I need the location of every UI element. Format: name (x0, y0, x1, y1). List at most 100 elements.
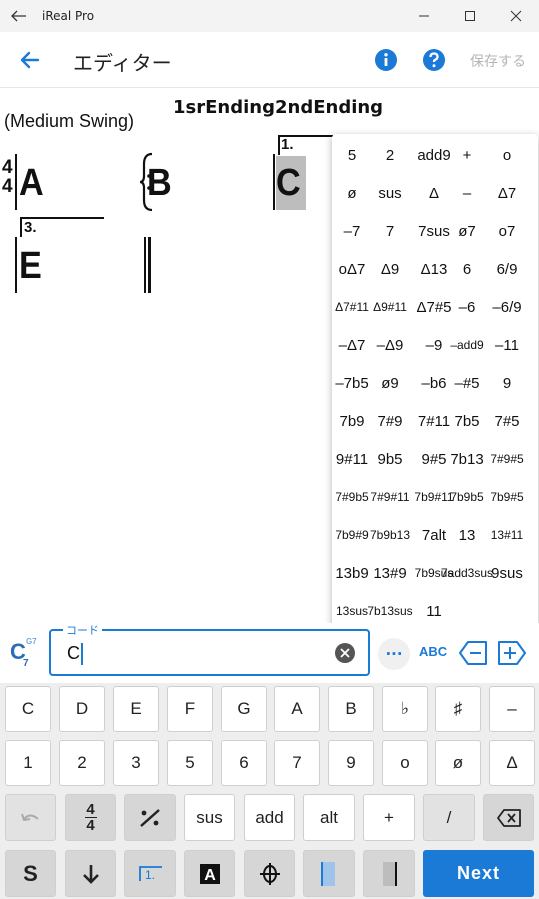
chord-input[interactable]: コード C (49, 622, 370, 676)
extension-option[interactable]: 7b9 (333, 402, 371, 440)
extension-option[interactable]: –6/9 (488, 288, 526, 326)
more-options-button[interactable]: ··· (378, 638, 410, 670)
help-icon[interactable] (422, 48, 446, 72)
song-style[interactable]: (Medium Swing) (4, 111, 134, 132)
key-row2-7[interactable]: o (382, 740, 428, 786)
add-cell-icon[interactable] (497, 639, 527, 667)
key-row2-6[interactable]: 9 (328, 740, 374, 786)
key-row2-4[interactable]: 6 (221, 740, 267, 786)
extension-option[interactable]: – (448, 174, 486, 212)
extension-option[interactable]: 6 (448, 250, 486, 288)
extension-option[interactable]: Δ9#11 (371, 288, 409, 326)
key-row2-2[interactable]: 3 (113, 740, 159, 786)
extension-option[interactable]: 9sus (488, 554, 526, 592)
extension-option[interactable]: 13 (448, 516, 486, 554)
key-alt[interactable]: alt (303, 794, 355, 841)
extension-option[interactable]: –Δ7 (333, 326, 371, 364)
key-row2-1[interactable]: 2 (59, 740, 105, 786)
time-signature-button[interactable]: 4 4 (65, 794, 116, 841)
extension-option[interactable]: –add9 (448, 326, 486, 364)
chord-cell[interactable]: E (19, 245, 42, 288)
key-row2-3[interactable]: 5 (167, 740, 213, 786)
extension-option[interactable]: 13b9 (333, 554, 371, 592)
rehearsal-mark-button[interactable]: A (184, 850, 235, 897)
chord-cell[interactable]: B (147, 162, 172, 205)
key-row2-9[interactable]: Δ (489, 740, 535, 786)
extension-option[interactable]: 7b5 (448, 402, 486, 440)
close-window-button[interactable] (493, 0, 539, 32)
extension-option[interactable]: Δ9 (371, 250, 409, 288)
key-row1-1[interactable]: D (59, 686, 105, 732)
key-row2-0[interactable]: 1 (5, 740, 51, 786)
extension-option[interactable]: 6/9 (488, 250, 526, 288)
down-arrow-button[interactable] (65, 850, 116, 897)
song-title[interactable]: 1srEnding2ndEnding (173, 97, 383, 118)
remove-cell-icon[interactable] (458, 639, 488, 667)
extension-option[interactable]: 7b9b5 (448, 478, 486, 516)
extension-option[interactable]: 9b5 (371, 440, 409, 478)
maximize-button[interactable] (447, 0, 493, 32)
extension-option[interactable]: 13#11 (488, 516, 526, 554)
extension-option[interactable]: 5 (333, 136, 371, 174)
key-row1-6[interactable]: B (328, 686, 374, 732)
key-row1-2[interactable]: E (113, 686, 159, 732)
key-slash[interactable]: / (423, 794, 475, 841)
coda-icon[interactable] (244, 850, 295, 897)
extension-option[interactable]: o (488, 136, 526, 174)
extension-option[interactable]: 7#9#5 (488, 440, 526, 478)
start-barline-button[interactable] (303, 850, 355, 897)
extension-option[interactable]: + (448, 136, 486, 174)
segno-button[interactable]: S (5, 850, 56, 897)
ending-button[interactable]: 1. (124, 850, 176, 897)
key-row1-0[interactable]: C (5, 686, 51, 732)
key-row1-9[interactable]: – (489, 686, 535, 732)
extension-option[interactable]: 2 (371, 136, 409, 174)
end-barline-button[interactable] (363, 850, 415, 897)
extension-option[interactable]: 7 (371, 212, 409, 250)
extension-option[interactable]: oΔ7 (333, 250, 371, 288)
key-row1-4[interactable]: G (221, 686, 267, 732)
extension-option[interactable]: ø (333, 174, 371, 212)
extension-option[interactable]: –#5 (448, 364, 486, 402)
extension-option[interactable]: 7add3sus (441, 554, 493, 592)
clear-icon[interactable] (335, 643, 355, 663)
save-button[interactable]: 保存する (470, 51, 526, 71)
extension-option[interactable]: 7#9 (371, 402, 409, 440)
extension-option[interactable]: 7#9b5 (333, 478, 371, 516)
key-row1-5[interactable]: A (274, 686, 320, 732)
window-back-icon[interactable] (6, 4, 32, 28)
chord-cell[interactable]: A (19, 162, 44, 205)
key-row2-8[interactable]: ø (435, 740, 481, 786)
next-button[interactable]: Next (423, 850, 534, 897)
minimize-button[interactable] (401, 0, 447, 32)
extension-option[interactable]: 7b9#5 (488, 478, 526, 516)
extension-option[interactable]: 13#9 (371, 554, 409, 592)
extension-option[interactable]: 7b9#9 (333, 516, 371, 554)
abc-keyboard-button[interactable]: ABC (419, 644, 447, 659)
extension-option[interactable]: 9 (488, 364, 526, 402)
extension-option[interactable]: 7b13 (448, 440, 486, 478)
extension-option[interactable]: –11 (488, 326, 526, 364)
info-icon[interactable] (374, 48, 398, 72)
extension-option[interactable]: 7#5 (488, 402, 526, 440)
extension-option[interactable]: ø9 (371, 364, 409, 402)
chord-input-value[interactable]: C (67, 643, 83, 666)
back-arrow-icon[interactable] (14, 46, 44, 74)
key-row1-3[interactable]: F (167, 686, 213, 732)
key-row1-8[interactable]: ♯ (435, 686, 481, 732)
key-sus[interactable]: sus (184, 794, 235, 841)
key-plus[interactable]: + (363, 794, 415, 841)
extension-option[interactable]: 7#9#11 (370, 478, 409, 516)
extension-option[interactable]: o7 (488, 212, 526, 250)
extension-option[interactable]: –7 (333, 212, 371, 250)
extension-option[interactable]: ø7 (448, 212, 486, 250)
backspace-button[interactable] (483, 794, 534, 841)
key-row1-7[interactable]: ♭ (382, 686, 428, 732)
extension-option[interactable]: Δ7#11 (333, 288, 371, 326)
extension-option[interactable]: –6 (448, 288, 486, 326)
key-add[interactable]: add (244, 794, 295, 841)
repeat-bar-button[interactable] (124, 794, 176, 841)
extension-option[interactable]: sus (371, 174, 409, 212)
chord-cell-selected[interactable]: C (276, 162, 301, 205)
extension-option[interactable]: 9#11 (333, 440, 371, 478)
